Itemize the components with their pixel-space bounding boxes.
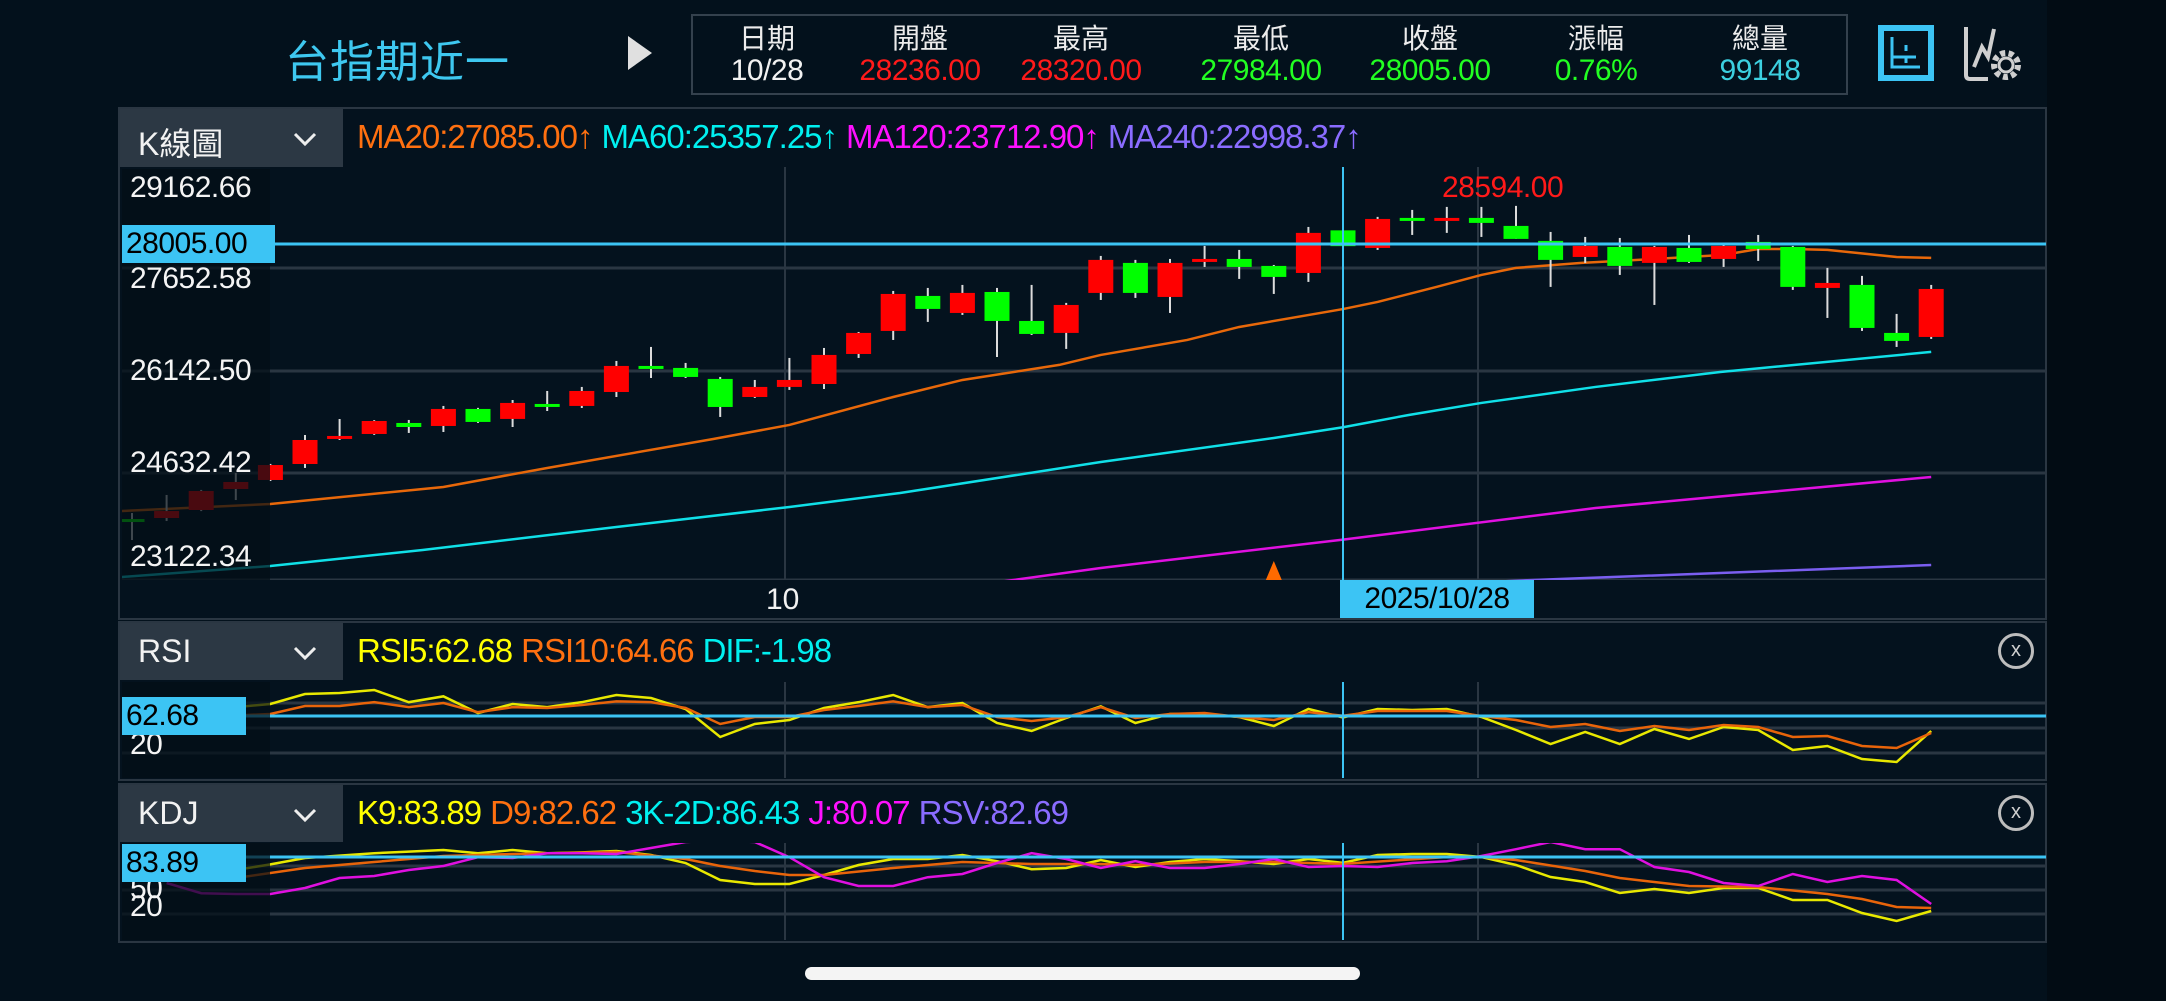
kdj-selector-label: KDJ xyxy=(138,795,199,831)
signal-marker-icon xyxy=(1265,561,1282,580)
rsi-line-rsi5 xyxy=(235,688,1933,764)
candle-up xyxy=(1295,232,1321,273)
candle-down xyxy=(1399,217,1425,221)
price-label: 27652.58 xyxy=(130,262,252,295)
candle-down xyxy=(1676,247,1702,262)
candle-up xyxy=(1157,262,1183,297)
price-label: 29162.66 xyxy=(130,171,252,204)
candle-up xyxy=(500,402,526,419)
candle-up xyxy=(776,379,802,387)
price-label: 26142.50 xyxy=(130,354,252,387)
candle-up xyxy=(1088,259,1114,293)
current-price-label: 28005.00 xyxy=(122,225,275,263)
candle-down xyxy=(1780,246,1806,287)
chevron-down-icon xyxy=(293,808,317,823)
price-label: 24632.42 xyxy=(130,446,252,479)
kdj-plot xyxy=(122,843,2046,940)
crosshair-date-label: 2025/10/28 xyxy=(1340,580,1534,618)
date-axis-label: 10 xyxy=(766,583,800,616)
rsv-value: RSV:82.69 xyxy=(918,794,1069,831)
candle-up xyxy=(846,332,872,354)
candle-up xyxy=(1434,217,1460,221)
candle-down xyxy=(396,422,422,428)
kline-selector-label: K線圖 xyxy=(138,126,224,162)
candle-down xyxy=(1019,320,1045,334)
rsi-plot xyxy=(122,682,2046,778)
rsi5-value: RSI5:62.68 xyxy=(357,632,513,669)
kdj-selector[interactable]: KDJ xyxy=(120,785,343,842)
kdj-current-label: 83.89 xyxy=(122,844,246,882)
candle-down xyxy=(1607,246,1633,266)
ma60-value: MA60:25357.25↑ xyxy=(601,118,839,155)
candle-up xyxy=(1192,258,1218,262)
rsi-indicators: RSI5:62.68 RSI10:64.66 DIF:-1.98 xyxy=(357,632,840,670)
candle-up xyxy=(292,439,318,464)
k9-value: K9:83.89 xyxy=(357,794,482,831)
candle-up xyxy=(880,293,906,331)
kdj-indicators: K9:83.89 D9:82.62 3K-2D:86.43 J:80.07 RSV:82… xyxy=(357,794,1077,832)
rsi-line-rsi10 xyxy=(235,700,1932,750)
rsi-current-label: 62.68 xyxy=(122,697,246,735)
candle-up xyxy=(1814,282,1840,288)
ma-indicators: MA20:27085.00↑ MA60:25357.25↑ MA120:23712.… xyxy=(357,118,1370,156)
period-high-label: 28594.00 xyxy=(1442,171,1564,204)
candle-down xyxy=(707,378,733,407)
candle-down xyxy=(1122,262,1148,293)
close-rsi-icon[interactable]: x xyxy=(1998,633,2034,669)
candle-up xyxy=(430,408,456,426)
candle-up xyxy=(1711,245,1737,259)
rsi-selector[interactable]: RSI xyxy=(120,623,343,680)
d9-value: D9:82.62 xyxy=(490,794,617,831)
candle-down xyxy=(673,367,699,377)
dif-value: DIF:-1.98 xyxy=(702,632,833,669)
candle-up xyxy=(1572,245,1598,257)
candle-up xyxy=(811,354,837,384)
ma-line-ma60 xyxy=(122,350,1932,579)
chevron-down-icon xyxy=(293,646,317,661)
candle-down xyxy=(534,403,560,407)
candle-up xyxy=(569,390,595,406)
3k-2d-value: 3K-2D:86.43 xyxy=(625,794,800,831)
candle-down xyxy=(638,365,664,369)
close-kdj-icon[interactable]: x xyxy=(1998,795,2034,831)
kline-plot xyxy=(122,167,2046,580)
rsi10-value: RSI10:64.66 xyxy=(521,632,694,669)
candle-up xyxy=(949,292,975,313)
price-label: 23122.34 xyxy=(130,540,252,573)
candle-up xyxy=(603,365,629,392)
rsi-selector-label: RSI xyxy=(138,633,192,669)
chevron-down-icon xyxy=(293,132,317,147)
candle-down xyxy=(1261,265,1287,277)
candle-up xyxy=(327,435,353,439)
candle-down xyxy=(1226,258,1252,267)
candle-down xyxy=(984,291,1010,321)
candle-up xyxy=(1053,304,1079,333)
candle-down xyxy=(1849,284,1875,328)
candle-up xyxy=(742,386,768,397)
kdj-line-d9 xyxy=(235,850,1932,910)
candle-down xyxy=(465,408,491,422)
kdj-axis-label: 20 xyxy=(130,890,163,923)
ma120-value: MA120:23712.90↑ xyxy=(846,118,1100,155)
candle-up xyxy=(1641,246,1667,263)
candle-down xyxy=(1884,332,1910,341)
ma240-value: MA240:22998.37↑ xyxy=(1107,118,1362,155)
candle-up xyxy=(1918,288,1944,337)
candle-up xyxy=(361,420,387,434)
candle-down xyxy=(1503,225,1529,239)
kline-selector[interactable]: K線圖 xyxy=(120,109,343,167)
candle-down xyxy=(915,295,941,309)
ma20-value: MA20:27085.00↑ xyxy=(357,118,594,155)
candle-down xyxy=(1468,217,1494,223)
j-value: J:80.07 xyxy=(808,794,910,831)
